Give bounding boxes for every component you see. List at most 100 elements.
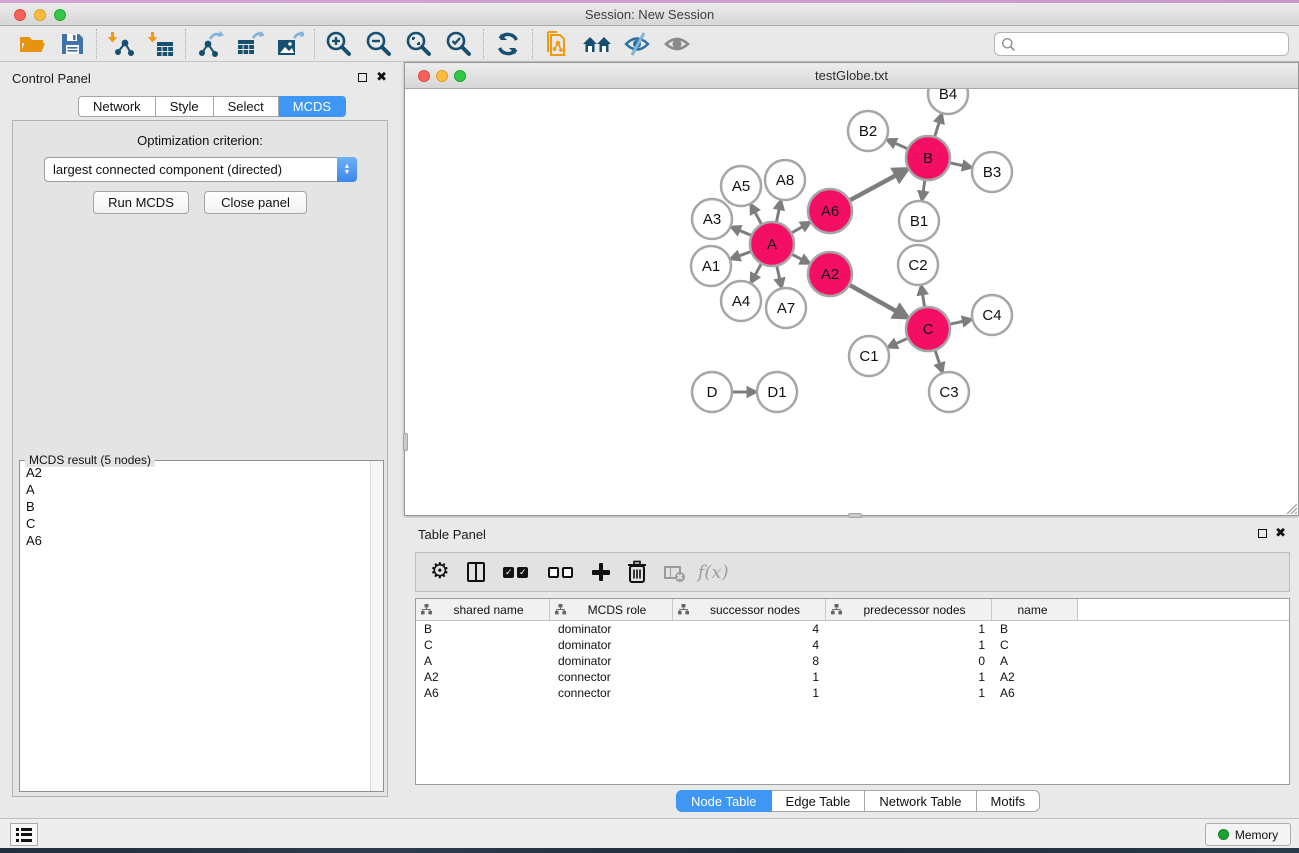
mcds-tab-content: Optimization criterion: largest connecte… [12,120,388,797]
tab-network-table[interactable]: Network Table [865,790,976,812]
column-header[interactable]: MCDS role [550,599,673,620]
float-panel-icon[interactable] [1258,529,1267,538]
graph-edge[interactable] [754,211,761,224]
network-canvas[interactable]: AA1A2A3A4A5A6A7A8BB1B2B3B4CC1C2C3C4DD1 [405,89,1298,515]
open-session-button[interactable] [12,28,52,60]
zoom-fit-button[interactable] [399,28,439,60]
column-header[interactable]: shared name [416,599,550,620]
desktop-edge [0,848,1299,853]
table-row[interactable]: Cdominator41C [416,637,1289,653]
eye-slash-button[interactable] [617,28,657,60]
network-window-titlebar[interactable]: testGlobe.txt [405,63,1298,89]
task-history-button[interactable] [10,823,38,846]
zoom-fit-icon [405,30,433,58]
table-row[interactable]: A2connector11A2 [416,669,1289,685]
graph-edge[interactable] [895,339,908,345]
list-item[interactable]: A [21,481,369,498]
split-column-button[interactable] [467,559,485,585]
graph-edge[interactable] [792,255,803,261]
table-cell: 0 [826,653,992,669]
mcds-result-list: A2ABCA6 [21,464,369,790]
unchecked-box-icon [548,567,559,578]
list-item[interactable]: B [21,498,369,515]
graph-edge[interactable] [738,230,751,235]
column-header[interactable]: predecessor nodes [826,599,992,620]
zoom-selected-button[interactable] [439,28,479,60]
column-header[interactable]: successor nodes [673,599,826,620]
tab-select[interactable]: Select [214,96,279,117]
homes-icon [582,30,612,58]
tab-network[interactable]: Network [78,96,156,117]
graph-edge[interactable] [950,321,964,324]
homes-button[interactable] [577,28,617,60]
close-panel-button[interactable]: Close panel [204,191,307,214]
table-cell: A6 [416,685,550,701]
eye-button[interactable] [657,28,697,60]
graph-edge[interactable] [792,226,804,233]
graph-edge[interactable] [777,208,780,222]
toolbar-separator [532,29,533,59]
select-all-button[interactable]: ✓✓ [502,559,530,585]
function-icon: f(x) [698,562,729,583]
graph-node-label: A2 [821,266,839,283]
graph-edge[interactable] [850,174,898,200]
float-panel-icon[interactable] [358,73,367,82]
column-type-icon [555,604,566,615]
deselect-all-button[interactable] [547,559,575,585]
delete-column-button[interactable] [627,559,647,585]
zoom-out-button[interactable] [359,28,399,60]
tab-motifs[interactable]: Motifs [977,790,1041,812]
run-mcds-button[interactable]: Run MCDS [93,191,189,214]
graph-edge[interactable] [737,252,750,257]
graph-edge[interactable] [777,266,780,280]
search-input[interactable] [1016,34,1288,54]
close-panel-icon[interactable]: ✖ [376,69,387,85]
control-panel-header: Control Panel ✖ [0,68,400,90]
close-panel-icon[interactable]: ✖ [1275,525,1286,541]
zoom-in-button[interactable] [319,28,359,60]
table-row[interactable]: Bdominator41B [416,621,1289,637]
delete-table-button[interactable] [664,559,681,585]
tab-mcds[interactable]: MCDS [279,96,346,117]
unchecked-box-icon [562,567,573,578]
gear-button[interactable]: ⚙ [430,559,450,585]
graph-edge[interactable] [754,264,761,276]
tab-node-table[interactable]: Node Table [676,790,772,812]
optimization-criterion-select[interactable]: largest connected component (directed) ▲… [44,157,357,182]
clone-network-button[interactable] [537,28,577,60]
add-column-button[interactable] [592,559,610,585]
graph-edge[interactable] [935,351,940,366]
list-item[interactable]: A6 [21,532,369,549]
table-cell: dominator [550,621,673,637]
graph-node-label: D1 [767,384,786,401]
refresh-button[interactable] [488,28,528,60]
node-table: shared nameMCDS rolesuccessor nodesprede… [415,598,1290,785]
graph-node-label: A5 [732,178,750,195]
save-session-button[interactable] [52,28,92,60]
graph-edge[interactable] [935,121,940,136]
resize-grip-icon[interactable] [1285,502,1297,514]
list-item[interactable]: A2 [21,464,369,481]
import-table-button[interactable] [141,28,181,60]
table-row[interactable]: Adominator80A [416,653,1289,669]
column-header[interactable]: name [992,599,1078,620]
graph-edge[interactable] [923,181,925,193]
graph-edge[interactable] [922,293,924,307]
graph-edge[interactable] [950,163,964,166]
optimization-criterion-label: Optimization criterion: [13,133,387,148]
function-builder-button[interactable]: f(x) [698,559,729,585]
graph-edge[interactable] [894,143,907,149]
export-image-button[interactable] [270,28,310,60]
list-item[interactable]: C [21,515,369,532]
graph-edge[interactable] [850,285,898,312]
network-window-title: testGlobe.txt [405,68,1298,83]
table-row[interactable]: A6connector11A6 [416,685,1289,701]
memory-button[interactable]: Memory [1205,823,1291,846]
export-network-button[interactable] [190,28,230,60]
tab-style[interactable]: Style [156,96,214,117]
export-table-button[interactable] [230,28,270,60]
import-network-button[interactable] [101,28,141,60]
tab-edge-table[interactable]: Edge Table [772,790,866,812]
splitter-grip[interactable] [403,433,408,451]
scrollbar[interactable] [370,461,383,791]
